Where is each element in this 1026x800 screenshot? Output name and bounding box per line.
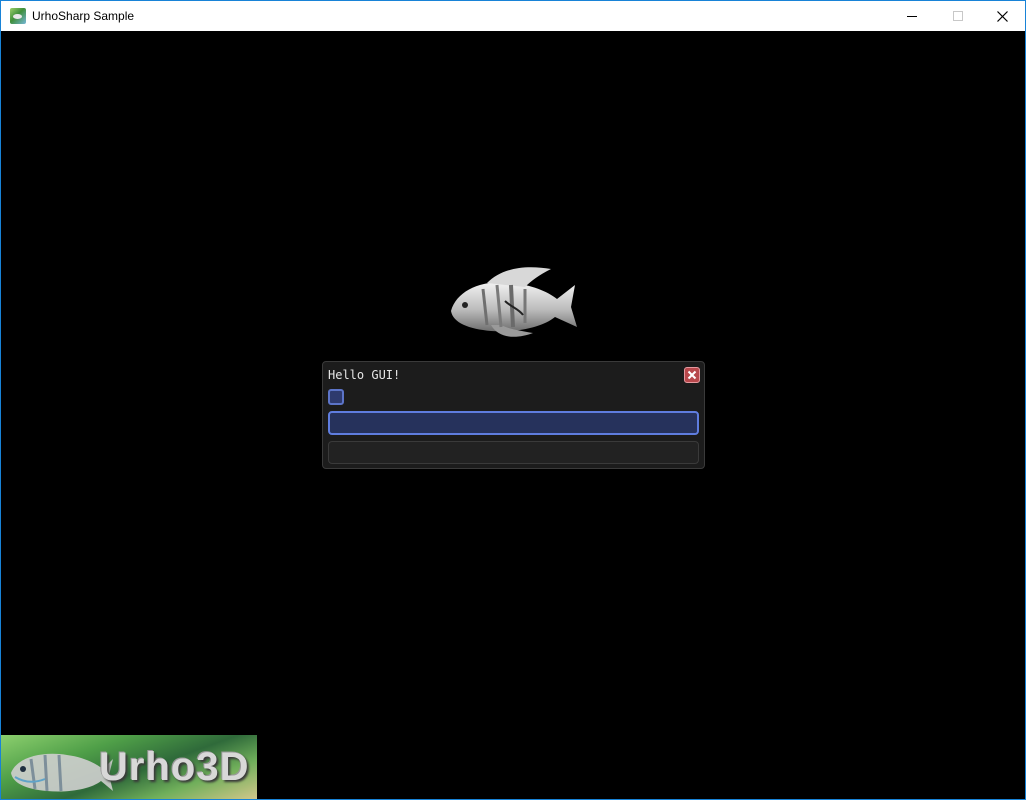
logo-text: Urho3D	[99, 745, 250, 789]
title-bar[interactable]: UrhoSharp Sample	[1, 1, 1025, 31]
close-box-icon	[687, 370, 697, 380]
minimize-icon	[907, 16, 917, 17]
gui-window[interactable]: Hello GUI!	[322, 361, 705, 469]
window-title: UrhoSharp Sample	[32, 9, 135, 23]
gui-checkbox[interactable]	[328, 389, 344, 405]
app-icon	[10, 8, 26, 24]
maximize-icon	[953, 11, 963, 21]
gui-text-input-2[interactable]	[328, 441, 699, 464]
app-window: UrhoSharp Sample Hello GUI! Urho3D	[0, 0, 1026, 800]
gui-close-button[interactable]	[684, 367, 700, 383]
urho3d-logo: Urho3D	[1, 735, 257, 799]
close-button[interactable]	[979, 1, 1025, 31]
gui-window-title: Hello GUI!	[328, 368, 401, 382]
fish-model	[451, 267, 577, 337]
close-icon	[996, 10, 1008, 22]
minimize-button[interactable]	[889, 1, 935, 31]
maximize-button[interactable]	[935, 1, 981, 31]
scene-viewport[interactable]: Hello GUI! Urho3D	[1, 31, 1025, 799]
gui-text-input-1[interactable]	[328, 411, 699, 435]
